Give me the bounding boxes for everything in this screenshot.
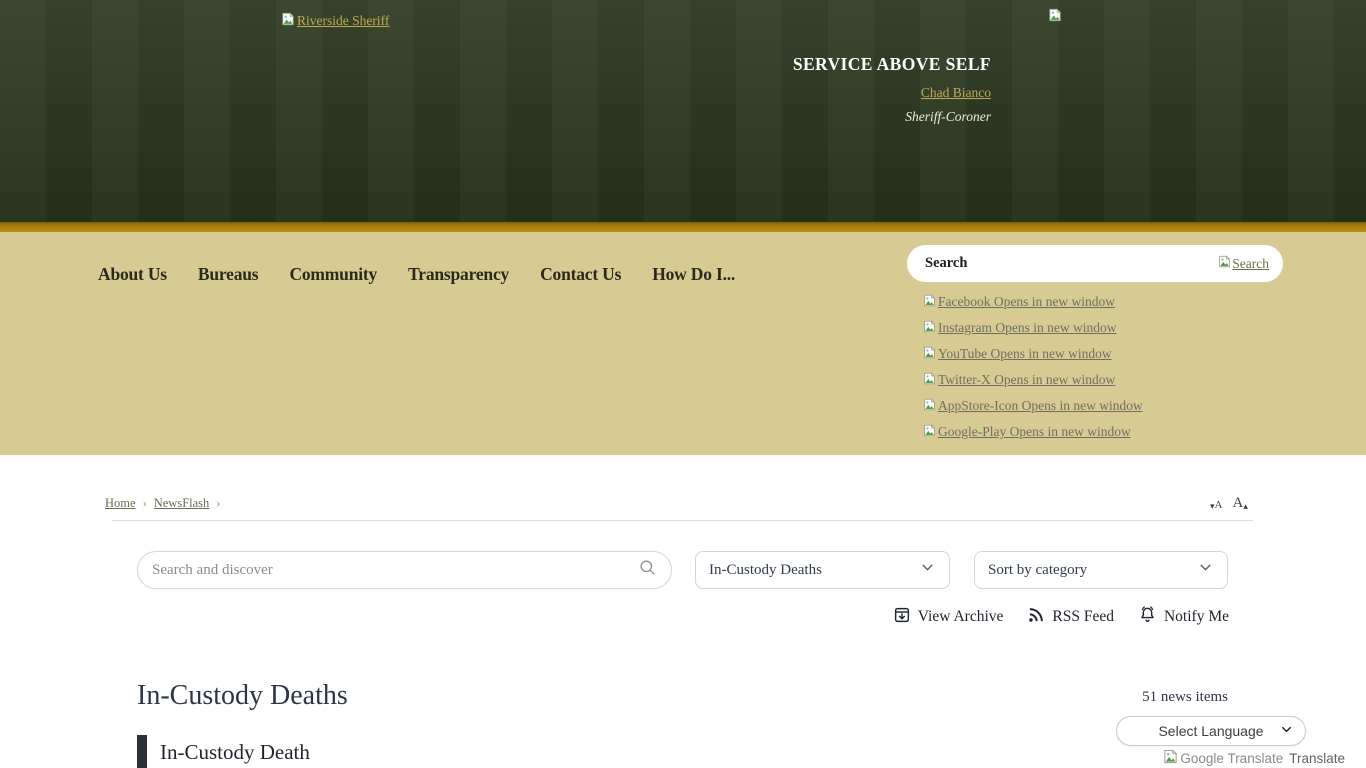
notify-me-button[interactable]: Notify Me [1138,605,1229,629]
chevron-down-icon [1279,722,1294,740]
search-icon[interactable] [638,558,657,582]
google-play-link-label: Google-Play Opens in new window [938,424,1131,439]
broken-image-icon [1218,255,1231,272]
font-size-controls: ▾ A A ▴ [1210,496,1248,511]
notify-me-label: Notify Me [1163,608,1229,625]
main-nav: About Us Bureaus Community Transparency … [98,264,735,285]
app-store-link-label: AppStore-Icon Opens in new window [938,398,1143,413]
news-actions: View Archive RSS Feed Notify Me [893,605,1229,629]
news-search-bar [137,551,672,589]
site-search-submit-link[interactable]: Search [1218,255,1269,272]
facebook-link-label: Facebook Opens in new window [938,294,1115,309]
section-title: In-Custody Death [160,739,310,764]
broken-image-icon [1163,749,1178,767]
archive-icon [893,606,911,629]
language-select[interactable]: Select Language [1116,716,1306,746]
app-store-icon [923,398,936,415]
header-text-block: SERVICE ABOVE SELF Chad Bianco Sheriff-C… [793,54,991,125]
site-search-input[interactable] [925,255,1219,272]
nav-item-transparency[interactable]: Transparency [408,264,509,285]
nav-item-contact-us[interactable]: Contact Us [540,264,621,285]
language-select-value: Select Language [1158,723,1264,739]
google-play-icon [923,424,936,441]
social-links: Facebook Opens in new window Instagram O… [923,289,1143,445]
category-dropdown[interactable]: In-Custody Deaths [695,551,950,589]
youtube-icon [923,346,936,363]
instagram-icon [923,320,936,337]
twitter-x-link-label: Twitter-X Opens in new window [938,372,1116,387]
nav-item-how-do-i[interactable]: How Do I... [652,264,735,285]
twitter-x-icon [923,372,936,389]
instagram-link-label: Instagram Opens in new window [938,320,1117,335]
bell-icon [1138,605,1157,629]
site-logo-link[interactable]: Riverside Sheriff [281,12,389,30]
nav-item-bureaus[interactable]: Bureaus [198,264,259,285]
sheriff-title-text: Sheriff-Coroner [905,109,991,124]
facebook-icon [923,294,936,311]
sheriff-name-link[interactable]: Chad Bianco [921,85,991,101]
gold-divider-stripe [0,222,1366,232]
section-heading: In-Custody Death [137,735,310,768]
font-decrease-letter: A [1214,499,1223,511]
rss-feed-label: RSS Feed [1052,608,1114,625]
breadcrumb-home-link[interactable]: Home [105,496,136,511]
font-decrease-button[interactable]: ▾ A [1210,500,1222,511]
section-heading-bar [137,735,147,768]
instagram-link[interactable]: Instagram Opens in new window [923,315,1143,341]
rss-feed-button[interactable]: RSS Feed [1027,606,1114,629]
page-title: In-Custody Deaths [137,680,348,711]
site-search-bar: Search [907,245,1283,282]
youtube-link-label: YouTube Opens in new window [938,346,1112,361]
content-divider [112,520,1253,521]
site-search-submit-label: Search [1232,255,1269,271]
broken-image-icon [1048,8,1062,27]
google-play-link[interactable]: Google-Play Opens in new window [923,419,1143,445]
chevron-down-icon [919,559,936,581]
broken-image-icon [281,12,295,30]
chevron-down-icon [1197,559,1214,581]
motto-text: SERVICE ABOVE SELF [792,54,991,74]
google-translate-attribution: Google Translate Translate [1163,749,1345,767]
twitter-x-link[interactable]: Twitter-X Opens in new window [923,367,1143,393]
font-increase-letter: A [1232,495,1244,511]
breadcrumb-separator: › [216,496,221,510]
nav-item-community[interactable]: Community [289,264,377,285]
riverside-sheriff-page: Riverside Sheriff SERVICE ABOVE SELF Cha… [0,0,1366,768]
facebook-link[interactable]: Facebook Opens in new window [923,289,1143,315]
youtube-link[interactable]: YouTube Opens in new window [923,341,1143,367]
triangle-up-icon: ▴ [1243,501,1248,511]
app-store-link[interactable]: AppStore-Icon Opens in new window [923,393,1143,419]
category-dropdown-value: In-Custody Deaths [709,561,822,578]
site-logo-alt-text: Riverside Sheriff [297,13,390,28]
translate-label: Translate [1289,750,1345,766]
view-archive-button[interactable]: View Archive [893,606,1004,629]
rss-icon [1027,606,1045,629]
font-increase-button[interactable]: A ▴ [1232,496,1247,511]
breadcrumb-newsflash-link[interactable]: NewsFlash [154,496,210,511]
news-count: 51 news items [1142,689,1228,705]
sort-dropdown[interactable]: Sort by category [974,551,1228,589]
google-translate-alt-text: Google Translate [1180,750,1284,766]
sort-dropdown-value: Sort by category [988,561,1088,578]
view-archive-label: View Archive [917,608,1004,625]
news-search-input[interactable] [152,561,638,579]
site-header: Riverside Sheriff SERVICE ABOVE SELF Cha… [0,0,1366,222]
breadcrumb-separator: › [142,496,147,510]
nav-item-about-us[interactable]: About Us [98,264,167,285]
breadcrumb: Home › NewsFlash › [105,496,220,511]
